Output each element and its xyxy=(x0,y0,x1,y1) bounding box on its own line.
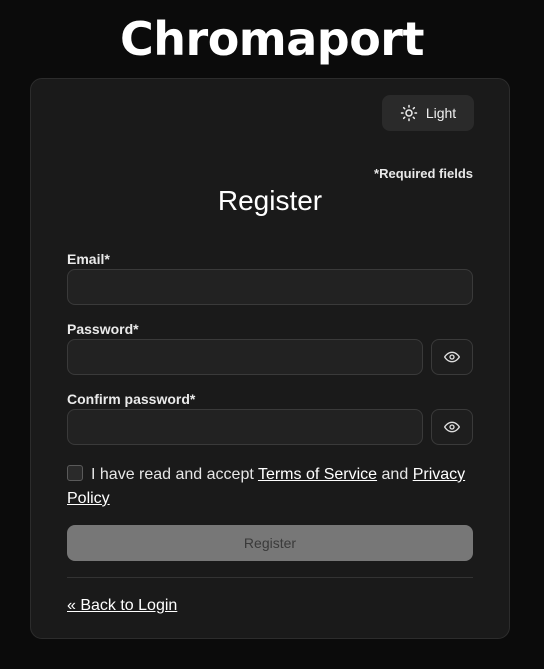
terms-agreement: I have read and accept Terms of Service … xyxy=(67,463,477,511)
brand-logo-text: Chromaport xyxy=(120,12,424,66)
eye-icon xyxy=(444,349,460,365)
page-title: Register xyxy=(217,185,323,216)
divider xyxy=(67,577,473,578)
required-fields-note: *Required fields xyxy=(374,166,473,181)
confirm-password-label: Confirm password* xyxy=(67,391,196,407)
password-field[interactable] xyxy=(67,339,423,375)
terms-prefix-text: I have read and accept xyxy=(91,466,254,483)
register-card: Light *Required fields Register Email* P… xyxy=(30,78,510,639)
eye-icon xyxy=(444,419,460,435)
email-field[interactable] xyxy=(67,269,473,305)
show-password-button[interactable] xyxy=(431,339,473,375)
email-label: Email* xyxy=(67,251,110,267)
terms-checkbox[interactable] xyxy=(67,465,83,481)
password-label: Password* xyxy=(67,321,139,337)
confirm-password-field[interactable] xyxy=(67,409,423,445)
show-confirm-password-button[interactable] xyxy=(431,409,473,445)
theme-toggle-button[interactable]: Light xyxy=(382,95,474,131)
register-button[interactable]: Register xyxy=(67,525,473,561)
terms-of-service-link[interactable]: Terms of Service xyxy=(258,466,377,483)
terms-conjunction-text: and xyxy=(381,466,409,483)
sun-icon xyxy=(400,104,418,122)
theme-toggle-label: Light xyxy=(425,105,457,121)
back-to-login-link[interactable]: « Back to Login xyxy=(67,597,177,615)
